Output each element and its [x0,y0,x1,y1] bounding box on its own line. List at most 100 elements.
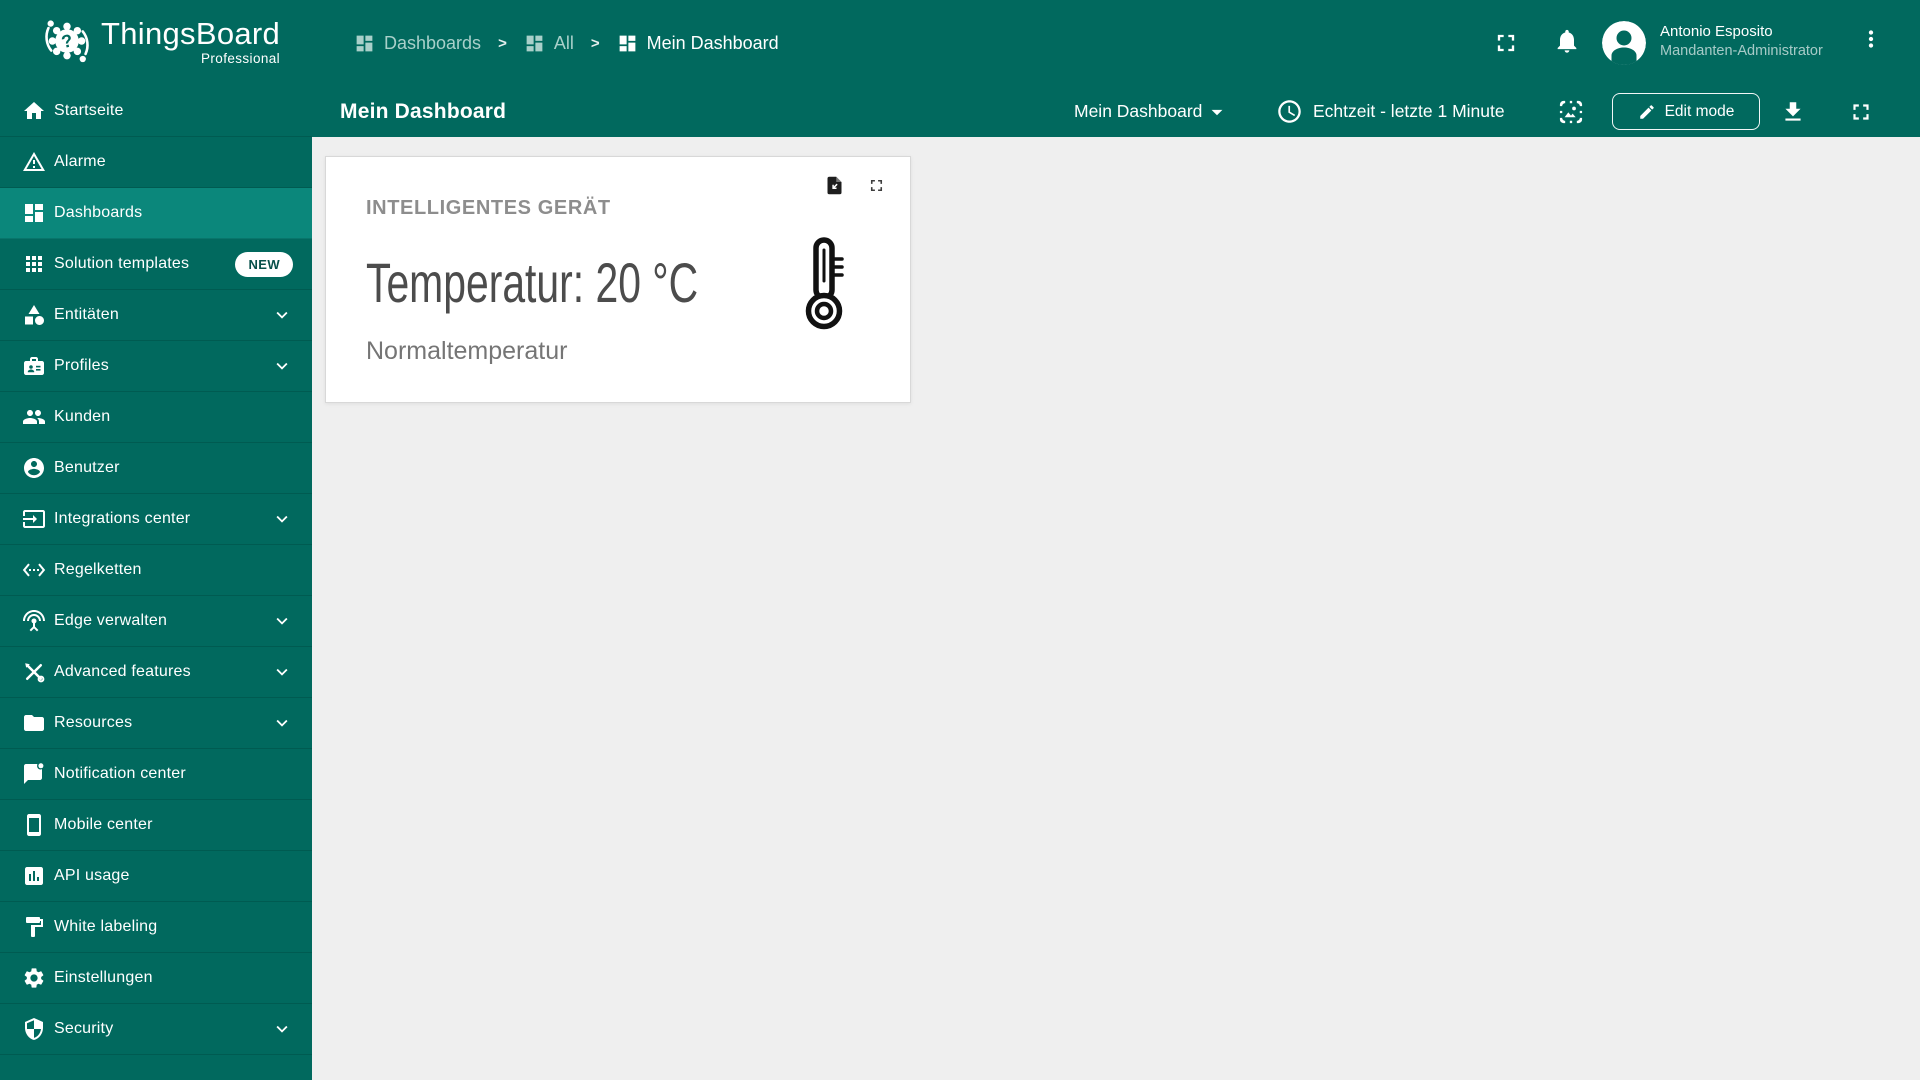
state-select-value: Mein Dashboard [1074,101,1203,121]
sidebar-item-label: Notification center [54,765,186,782]
sidebar-item-startseite[interactable]: Startseite [0,86,312,137]
notification-icon [22,762,46,786]
more-menu-icon[interactable] [1858,26,1884,52]
sidebar-item-label: Advanced features [54,663,191,680]
user-role: Mandanten-Administrator [1660,43,1823,59]
dashboard-icon [524,33,545,54]
sidebar-item-mobile-center[interactable]: Mobile center [0,800,312,851]
sidebar-item-einstellungen[interactable]: Einstellungen [0,953,312,1004]
sidebar-item-label: Solution templates [54,255,190,272]
chevron-down-icon [271,508,293,530]
widget-title: INTELLIGENTES GERÄT [366,197,611,219]
edit-mode-label: Edit mode [1664,102,1735,120]
temperature-value: Temperatur: 20 °C [366,251,699,314]
thingsboard-logo-icon: ? [45,20,89,63]
sidebar-item-label: Security [54,1020,114,1037]
dashboard-icon [22,201,46,225]
sidebar-item-profiles[interactable]: Profiles [0,341,312,392]
dashboard-state-select[interactable]: Mein Dashboard [1068,86,1236,137]
fullscreen-button[interactable] [1492,29,1520,57]
home-icon [22,99,46,123]
smartphone-icon [22,813,46,837]
ethernet-icon [22,558,46,582]
sidebar-item-label: Alarme [54,153,106,170]
apps-icon [22,252,46,276]
thermometer-icon [805,237,844,330]
sidebar-item-resources[interactable]: Resources [0,698,312,749]
sidebar-item-edge-verwalten[interactable]: Edge verwalten [0,596,312,647]
toolbar-fullscreen-icon[interactable] [1848,99,1874,125]
sidebar-item-kunden[interactable]: Kunden [0,392,312,443]
sidebar-item-label: Profiles [54,357,109,374]
sidebar-item-label: Resources [54,714,133,731]
chevron-down-icon [271,355,293,377]
arrow-drop-down-icon [1204,99,1230,125]
user-name: Antonio Esposito [1660,23,1773,40]
widget-fullscreen-icon[interactable] [867,176,886,195]
chevron-down-icon [271,304,293,326]
timewindow-label: Echtzeit - letzte 1 Minute [1313,101,1505,121]
temperature-widget-card[interactable]: INTELLIGENTES GERÄT Temperatur: 20 °C No… [325,156,911,403]
pencil-icon [1638,103,1656,121]
sidebar-item-benutzer[interactable]: Benutzer [0,443,312,494]
download-icon[interactable] [1780,99,1806,125]
sidebar-item-api-usage[interactable]: API usage [0,851,312,902]
sidebar-item-label: Integrations center [54,510,191,527]
breadcrumb-item-mein-dashboard[interactable]: Mein Dashboard [617,33,779,54]
breadcrumb-label: Mein Dashboard [646,32,779,53]
sidebar-item-notification-center[interactable]: Notification center [0,749,312,800]
sidebar-item-label: Edge verwalten [54,612,168,629]
breadcrumb-item-all[interactable]: All [524,33,574,54]
brand-edition: Professional [200,50,281,66]
sidebar-item-label: Entitäten [54,306,119,323]
notifications-bell-icon[interactable] [1553,27,1581,55]
sidebar-item-label: Regelketten [54,561,142,578]
user-info[interactable]: Antonio Esposito Mandanten-Administrator [1660,22,1823,61]
edit-mode-button[interactable]: Edit mode [1612,93,1760,130]
breadcrumb-item-dashboards[interactable]: Dashboards [354,33,481,54]
sidebar-item-label: Einstellungen [54,969,153,986]
antenna-icon [22,609,46,633]
dashboard-icon [354,33,375,54]
dashboard-toolbar: Mein Dashboard Mein Dashboard Echtzeit -… [312,86,1920,137]
sidebar-item-alarme[interactable]: Alarme [0,137,312,188]
dashboard-canvas: INTELLIGENTES GERÄT Temperatur: 20 °C No… [312,137,1920,1080]
breadcrumb-separator: > [498,34,507,52]
sidebar-item-advanced-features[interactable]: Advanced features [0,647,312,698]
sidebar-item-entit-ten[interactable]: Entitäten [0,290,312,341]
sidebar-item-label: Dashboards [54,204,143,221]
breadcrumb-label: All [553,32,574,53]
brand-name: ThingsBoard [101,15,281,51]
badge-icon [22,354,46,378]
page-title: Mein Dashboard [340,99,507,123]
sidebar-item-solution-templates[interactable]: Solution templates NEW [0,239,312,290]
construction-icon [22,660,46,684]
breadcrumb-label: Dashboards [384,32,482,53]
dashboard-image-icon[interactable] [1557,98,1585,126]
sidebar-item-integrations-center[interactable]: Integrations center [0,494,312,545]
breadcrumb: Dashboards > All > Mein Dashboard [354,0,779,86]
sidebar-item-regelketten[interactable]: Regelketten [0,545,312,596]
paint-icon [22,915,46,939]
top-header: ? ThingsBoard Professional Dashboards > … [0,0,1920,86]
user-avatar[interactable] [1602,21,1646,65]
timewindow-button[interactable]: Echtzeit - letzte 1 Minute [1270,86,1511,137]
category-icon [22,303,46,327]
people-icon [22,405,46,429]
input-icon [22,507,46,531]
sidebar-item-dashboards[interactable]: Dashboards [0,188,312,239]
warning-icon [22,150,46,174]
widget-subtitle: Normaltemperatur [366,337,568,365]
chart-icon [22,864,46,888]
settings-icon [22,966,46,990]
chevron-down-icon [271,661,293,683]
brand-logo[interactable]: ? ThingsBoard Professional [40,14,280,68]
chevron-down-icon [271,1018,293,1040]
sidebar-item-label: Startseite [54,102,124,119]
export-widget-icon[interactable] [824,175,845,196]
sidebar-item-label: Benutzer [54,459,120,476]
sidebar-item-security[interactable]: Security [0,1004,312,1055]
shield-icon [22,1017,46,1041]
sidebar-item-white-labeling[interactable]: White labeling [0,902,312,953]
sidebar-item-label: API usage [54,867,130,884]
